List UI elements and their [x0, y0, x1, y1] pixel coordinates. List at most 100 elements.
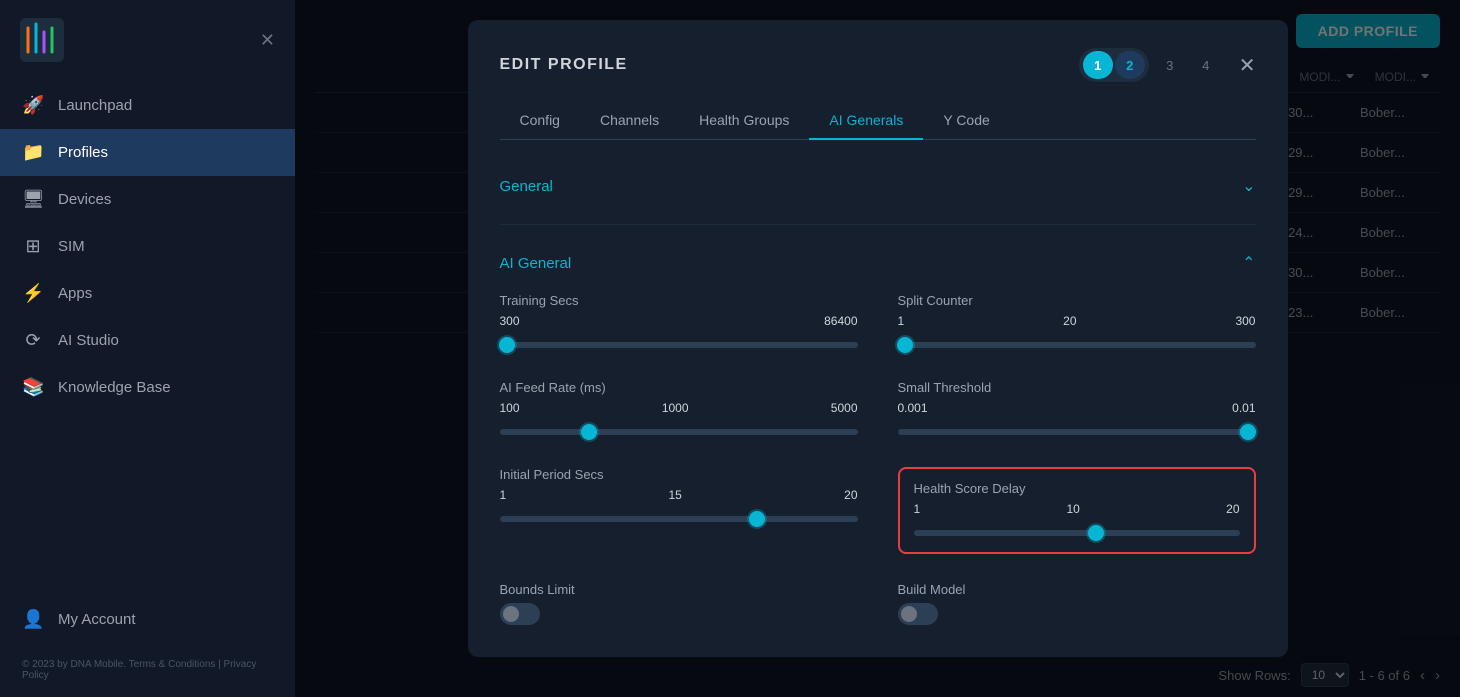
sidebar-close-icon[interactable]: ✕ — [260, 30, 275, 51]
build-model-toggle-group: Build Model — [898, 582, 1256, 625]
sidebar-item-devices-label: Devices — [58, 191, 111, 208]
profiles-icon: 📁 — [22, 142, 44, 163]
ai-general-section-title: AI General — [500, 255, 572, 272]
sidebar-item-devices[interactable]: 🖥 Devices — [0, 176, 295, 223]
split-counter-slider-group: Split Counter 1 20 300 — [898, 293, 1256, 352]
ai-feed-rate-max: 5000 — [831, 401, 858, 415]
step-3[interactable]: 3 — [1155, 51, 1185, 79]
sliders-grid: Training Secs 300 86400 Split Counter 1 … — [500, 293, 1256, 554]
modal-close-button[interactable]: ✕ — [1239, 53, 1256, 78]
split-counter-mid: 20 — [1063, 314, 1076, 328]
small-threshold-max: 0.01 — [1232, 401, 1255, 415]
sidebar-item-launchpad-label: Launchpad — [58, 97, 132, 114]
split-counter-min: 1 — [898, 314, 905, 328]
sidebar-item-apps-label: Apps — [58, 285, 92, 302]
build-model-toggle-knob — [901, 606, 917, 622]
split-counter-thumb[interactable] — [897, 337, 913, 353]
general-section-header[interactable]: General ⌄ — [500, 164, 1256, 208]
launchpad-icon: 🚀 — [22, 95, 44, 116]
sidebar-item-launchpad[interactable]: 🚀 Launchpad — [0, 82, 295, 129]
modal-header: EDIT PROFILE 1 2 3 4 ✕ — [500, 48, 1256, 82]
initial-period-secs-range: 1 15 20 — [500, 488, 858, 502]
modal-overlay: EDIT PROFILE 1 2 3 4 ✕ Config Chan — [295, 0, 1460, 697]
modal-steps: 1 2 3 4 — [1079, 48, 1221, 82]
sidebar-item-sim[interactable]: ⊞ SIM — [0, 223, 295, 270]
sidebar-item-sim-label: SIM — [58, 238, 85, 255]
tab-y-code[interactable]: Y Code — [923, 102, 1009, 140]
general-section-title: General — [500, 178, 553, 195]
section-divider — [500, 224, 1256, 225]
modal-title: EDIT PROFILE — [500, 56, 628, 74]
health-score-delay-thumb[interactable] — [1088, 525, 1104, 541]
tab-ai-generals[interactable]: AI Generals — [809, 102, 923, 140]
sim-icon: ⊞ — [22, 236, 44, 257]
bounds-limit-label: Bounds Limit — [500, 582, 858, 597]
bounds-limit-toggle[interactable] — [500, 603, 540, 625]
initial-period-secs-track[interactable] — [500, 516, 858, 522]
ai-feed-rate-range: 100 1000 5000 — [500, 401, 858, 415]
sidebar-footer: © 2023 by DNA Mobile. Terms & Conditions… — [0, 643, 295, 697]
split-counter-max: 300 — [1235, 314, 1255, 328]
initial-period-secs-thumb[interactable] — [749, 511, 765, 527]
modal-tabs: Config Channels Health Groups AI General… — [500, 102, 1256, 140]
initial-period-secs-max: 20 — [844, 488, 857, 502]
ai-feed-rate-slider-group: AI Feed Rate (ms) 100 1000 5000 — [500, 380, 858, 439]
sidebar-nav: 🚀 Launchpad 📁 Profiles 🖥 Devices ⊞ SIM ⚡… — [0, 82, 295, 643]
small-threshold-track[interactable] — [898, 429, 1256, 435]
tab-config[interactable]: Config — [500, 102, 580, 140]
sidebar-logo: ✕ — [0, 0, 295, 72]
training-secs-thumb[interactable] — [499, 337, 515, 353]
step-2[interactable]: 2 — [1115, 51, 1145, 79]
training-secs-track[interactable] — [500, 342, 858, 348]
health-score-delay-slider-group: Health Score Delay 1 10 20 — [898, 467, 1256, 554]
health-score-delay-range: 1 10 20 — [914, 502, 1240, 516]
sidebar-item-ai-studio[interactable]: ⟳ AI Studio — [0, 317, 295, 364]
build-model-toggle[interactable] — [898, 603, 938, 625]
ai-feed-rate-track[interactable] — [500, 429, 858, 435]
bounds-limit-toggle-group: Bounds Limit — [500, 582, 858, 625]
initial-period-secs-label: Initial Period Secs — [500, 467, 858, 482]
ai-studio-icon: ⟳ — [22, 330, 44, 351]
split-counter-track[interactable] — [898, 342, 1256, 348]
training-secs-range: 300 86400 — [500, 314, 858, 328]
training-secs-label: Training Secs — [500, 293, 858, 308]
sidebar: ✕ 🚀 Launchpad 📁 Profiles 🖥 Devices ⊞ SIM… — [0, 0, 295, 697]
step-1[interactable]: 1 — [1083, 51, 1113, 79]
health-score-delay-max: 20 — [1226, 502, 1239, 516]
edit-profile-modal: EDIT PROFILE 1 2 3 4 ✕ Config Chan — [468, 20, 1288, 657]
sidebar-item-knowledge-base-label: Knowledge Base — [58, 379, 171, 396]
small-threshold-label: Small Threshold — [898, 380, 1256, 395]
devices-icon: 🖥 — [22, 189, 44, 210]
small-threshold-range: 0.001 0.01 — [898, 401, 1256, 415]
ai-general-section-header[interactable]: AI General ⌃ — [500, 241, 1256, 285]
sidebar-item-profiles[interactable]: 📁 Profiles — [0, 129, 295, 176]
step-4[interactable]: 4 — [1191, 51, 1221, 79]
tab-channels[interactable]: Channels — [580, 102, 679, 140]
sidebar-item-knowledge-base[interactable]: 📚 Knowledge Base — [0, 364, 295, 411]
app-logo — [20, 18, 64, 62]
initial-period-secs-slider-group: Initial Period Secs 1 15 20 — [500, 467, 858, 554]
initial-period-secs-min: 1 — [500, 488, 507, 502]
ai-feed-rate-min: 100 — [500, 401, 520, 415]
small-threshold-slider-group: Small Threshold 0.001 0.01 — [898, 380, 1256, 439]
health-score-delay-label: Health Score Delay — [914, 481, 1240, 496]
sidebar-item-apps[interactable]: ⚡ Apps — [0, 270, 295, 317]
ai-general-chevron-icon: ⌃ — [1242, 253, 1255, 273]
health-score-delay-min: 1 — [914, 502, 921, 516]
ai-feed-rate-label: AI Feed Rate (ms) — [500, 380, 858, 395]
training-secs-slider-group: Training Secs 300 86400 — [500, 293, 858, 352]
split-counter-label: Split Counter — [898, 293, 1256, 308]
tab-health-groups[interactable]: Health Groups — [679, 102, 809, 140]
small-threshold-thumb[interactable] — [1240, 424, 1256, 440]
ai-feed-rate-thumb[interactable] — [581, 424, 597, 440]
health-score-delay-track[interactable] — [914, 530, 1240, 536]
apps-icon: ⚡ — [22, 283, 44, 304]
sidebar-item-profiles-label: Profiles — [58, 144, 108, 161]
sidebar-item-ai-studio-label: AI Studio — [58, 332, 119, 349]
sidebar-item-my-account[interactable]: 👤 My Account — [0, 596, 295, 643]
knowledge-base-icon: 📚 — [22, 377, 44, 398]
bounds-limit-toggle-knob — [503, 606, 519, 622]
initial-period-secs-mid: 15 — [668, 488, 681, 502]
split-counter-range: 1 20 300 — [898, 314, 1256, 328]
step-group: 1 2 — [1079, 48, 1149, 82]
